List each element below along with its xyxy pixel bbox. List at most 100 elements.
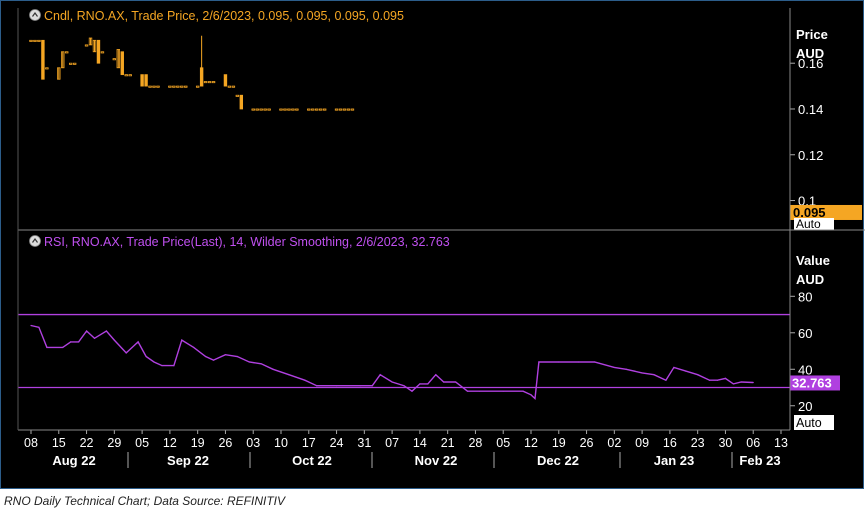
x-tick-label: 06 <box>746 436 760 450</box>
candle-body <box>291 108 295 111</box>
rsi-point <box>335 385 338 387</box>
candle <box>199 35 204 87</box>
rsi-point <box>272 368 274 370</box>
candle <box>203 81 208 84</box>
x-tick-label: 17 <box>302 436 316 450</box>
x-tick-label: 29 <box>107 436 121 450</box>
rsi-point <box>435 374 437 376</box>
rsi-point <box>478 390 481 392</box>
rsi-point <box>205 355 207 358</box>
candle <box>255 108 259 111</box>
candle-body <box>124 74 128 77</box>
x-tick-label: 07 <box>385 436 399 450</box>
month-label: Feb 23 <box>739 453 780 468</box>
rsi-point <box>30 324 32 327</box>
candle-body <box>180 85 184 88</box>
candle <box>239 94 244 110</box>
x-tick-label: 08 <box>24 436 38 450</box>
candle-body <box>255 108 259 111</box>
candle-body <box>152 85 156 88</box>
x-tick-label: 31 <box>357 436 371 450</box>
candle <box>338 108 343 111</box>
x-tick-label: 15 <box>52 436 66 450</box>
rsi-point <box>419 383 421 385</box>
rsi-point <box>371 385 373 387</box>
x-tick-label: 10 <box>274 436 288 450</box>
candle-body <box>176 85 180 88</box>
candle-body <box>322 108 327 111</box>
candle-body <box>350 108 355 111</box>
candle <box>33 39 37 42</box>
rsi-point <box>558 361 560 363</box>
rsi-legend[interactable]: RSI, RNO.AX, Trade Price(Last), 14, Wild… <box>29 235 450 249</box>
candle <box>267 108 271 111</box>
candle-body <box>184 85 188 88</box>
price-plot <box>29 35 355 111</box>
legend-toggle-icon[interactable] <box>29 9 41 21</box>
x-tick-label: 19 <box>552 436 566 450</box>
candle-body <box>195 85 200 88</box>
candle-body <box>318 108 323 111</box>
rsi-point <box>173 365 175 367</box>
x-tick-label: 22 <box>80 436 94 450</box>
x-axis: 08 15 22 29 05 12 19 26 03 10 17 24 31 07 14 21 28 05 12 19… <box>24 430 788 468</box>
price-auto-label[interactable]: Auto <box>796 217 821 231</box>
price-tick-label: 0.16 <box>798 56 823 71</box>
candle-body <box>338 108 343 111</box>
candle <box>148 85 152 88</box>
candle <box>96 39 101 64</box>
rsi-point <box>181 339 183 341</box>
candle-body <box>346 108 351 111</box>
x-tick-label: 26 <box>580 436 594 450</box>
x-tick-label: 21 <box>441 436 455 450</box>
candle <box>184 85 188 88</box>
rsi-point <box>466 390 469 392</box>
candle <box>283 108 287 111</box>
candle <box>84 44 89 47</box>
rsi-point <box>708 379 711 381</box>
x-tick-label: 24 <box>330 436 344 450</box>
candle-body <box>168 85 172 88</box>
price-legend[interactable]: Cndl, RNO.AX, Trade Price, 2/6/2023, 0.0… <box>29 9 404 23</box>
rsi-point <box>113 339 115 341</box>
candle <box>279 108 283 111</box>
candle <box>57 67 61 80</box>
candle-body <box>311 108 315 111</box>
rsi-point <box>641 372 643 374</box>
candle <box>259 108 263 111</box>
rsi-point <box>732 383 734 385</box>
candle <box>88 37 93 46</box>
candle-body <box>33 39 37 42</box>
rsi-point <box>665 379 667 381</box>
candle-body <box>342 108 347 111</box>
rsi-point <box>236 355 238 358</box>
rsi-legend-toggle-icon[interactable] <box>29 235 41 247</box>
candle <box>195 85 200 88</box>
candle-body <box>239 94 244 110</box>
candle-body <box>315 108 319 111</box>
candle <box>311 108 315 111</box>
x-tick-label: 12 <box>163 436 177 450</box>
rsi-point <box>260 363 262 365</box>
candle <box>140 74 144 87</box>
candle <box>45 67 49 70</box>
x-tick-label: 14 <box>413 436 427 450</box>
price-tick-label: 0.12 <box>798 148 823 163</box>
rsi-auto-label[interactable]: Auto <box>796 416 822 430</box>
rsi-point <box>530 394 532 396</box>
rsi-point <box>105 330 107 332</box>
candle-body <box>231 85 236 88</box>
candle-body <box>263 108 267 111</box>
month-label: Dec 22 <box>537 453 579 468</box>
rsi-point <box>316 385 318 387</box>
candle <box>295 108 299 111</box>
candle <box>291 108 295 111</box>
rsi-point <box>153 361 155 363</box>
candle <box>180 85 184 88</box>
rsi-axis: Value AUD 8060402032.763Auto <box>790 253 840 430</box>
rsi-point <box>93 337 96 339</box>
x-tick-label: 30 <box>718 436 732 450</box>
rsi-point <box>625 368 627 370</box>
rsi-plot <box>18 313 790 400</box>
x-tick-label: 03 <box>246 436 260 450</box>
